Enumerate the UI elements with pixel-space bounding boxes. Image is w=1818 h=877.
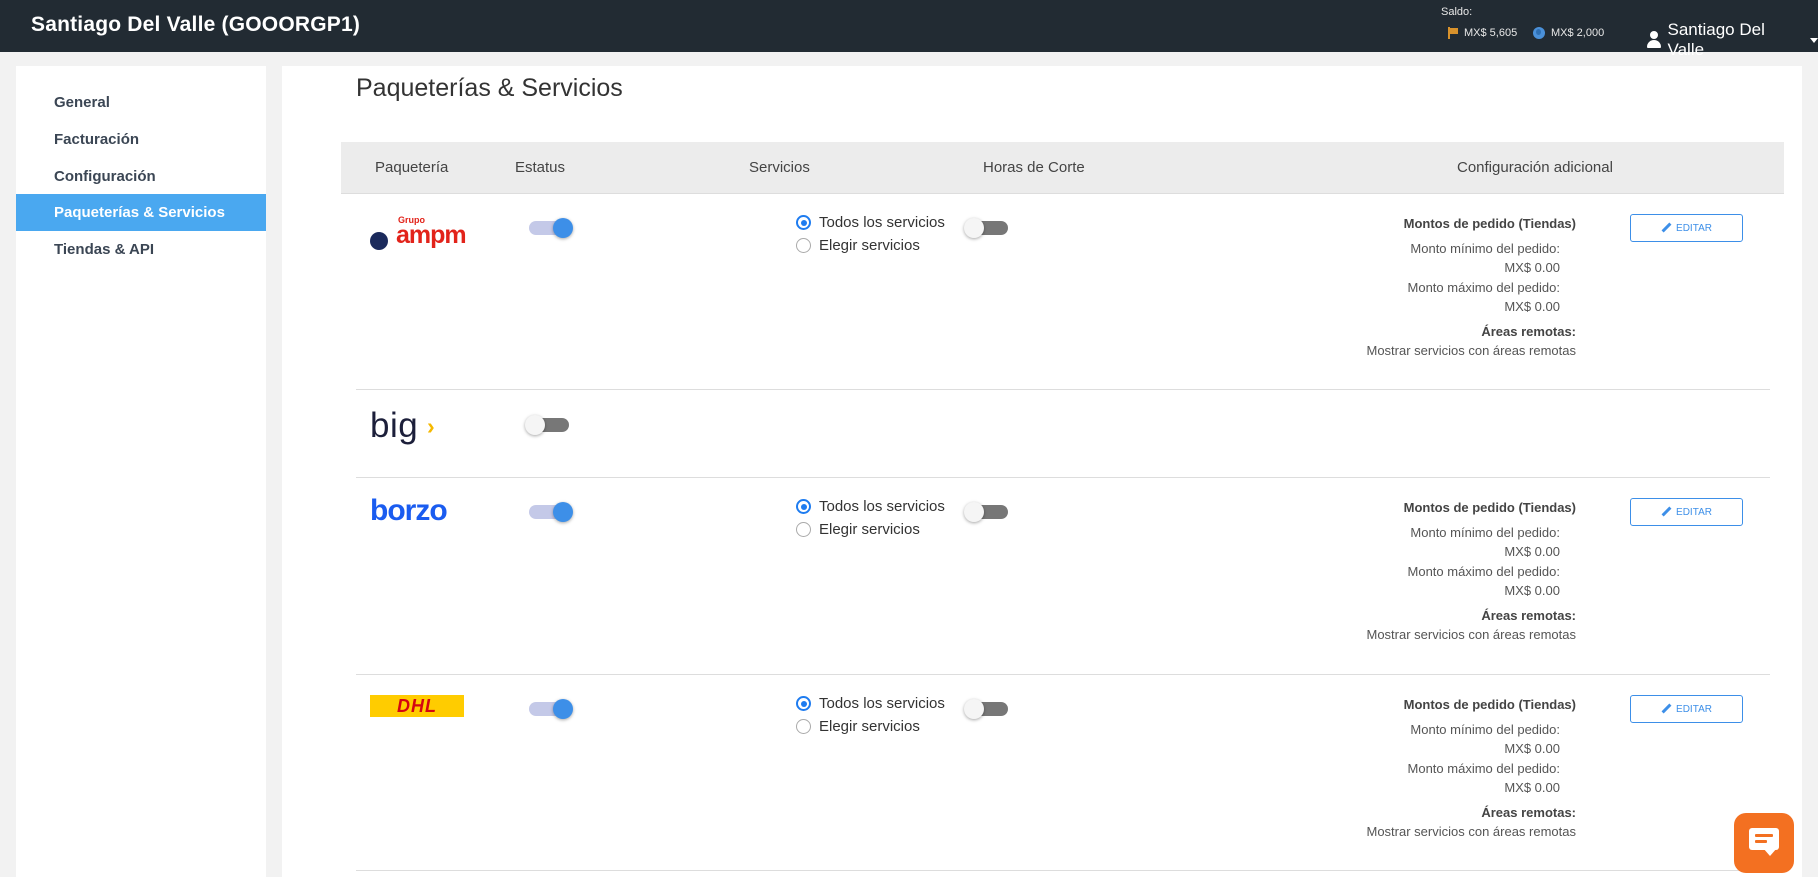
chevron-down-icon	[1810, 37, 1818, 43]
column-header-paqueteria: Paquetería	[375, 159, 449, 176]
balance-primary: MX$ 5,605	[1448, 27, 1517, 39]
status-toggle[interactable]	[529, 502, 573, 522]
top-navbar: Santiago Del Valle (GOOORGP1) Saldo: MX$…	[0, 0, 1818, 59]
balance-secondary-value: MX$ 2,000	[1551, 27, 1605, 39]
max-order-value: MX$ 0.00	[1504, 299, 1560, 314]
pencil-icon	[1661, 704, 1671, 714]
balance-secondary: MX$ 2,000	[1533, 27, 1604, 39]
radio-all-services[interactable]: Todos los servicios	[796, 214, 945, 231]
cutoff-toggle[interactable]	[964, 699, 1008, 719]
main-panel: Paqueterías & Servicios Paquetería Estat…	[282, 66, 1802, 877]
remote-areas-title: Áreas remotas:	[1481, 323, 1576, 339]
max-order-label: Monto máximo del pedido:	[1407, 760, 1560, 776]
user-name: Santiago Del Valle	[1667, 20, 1765, 59]
status-toggle[interactable]	[529, 218, 573, 238]
radio-choose-services[interactable]: Elegir servicios	[796, 718, 920, 735]
ampm-logo: Grupo ampm	[370, 215, 467, 250]
balance-primary-value: MX$ 5,605	[1464, 27, 1518, 39]
column-header-horas-de-corte: Horas de Corte	[983, 159, 1085, 176]
min-order-value: MX$ 0.00	[1504, 544, 1560, 559]
max-order-value: MX$ 0.00	[1504, 583, 1560, 598]
carrier-row-borzo: borzo Todos los servicios Elegir servici…	[356, 478, 1770, 675]
dhl-logo-text: DHL	[397, 696, 437, 716]
edit-button[interactable]: EDITAR	[1630, 214, 1743, 242]
cutoff-toggle[interactable]	[964, 218, 1008, 238]
carrier-row-dhl: DHL Todos los servicios Elegir servicios…	[356, 675, 1770, 871]
order-amounts-title: Montos de pedido (Tiendas)	[1403, 697, 1576, 712]
column-header-servicios: Servicios	[749, 159, 810, 176]
borzo-logo: borzo	[370, 494, 466, 528]
sidebar-item-paqueterias-servicios[interactable]: Paqueterías & Servicios	[16, 194, 266, 231]
additional-config: Montos de pedido (Tiendas) Monto mínimo …	[1286, 498, 1576, 645]
sidebar-item-tiendas-api[interactable]: Tiendas & API	[16, 231, 266, 268]
ampm-logo-text: ampm	[396, 221, 467, 249]
account-title: Santiago Del Valle (GOOORGP1)	[31, 13, 361, 36]
cutoff-toggle[interactable]	[964, 502, 1008, 522]
user-menu[interactable]: Santiago Del Valle	[1646, 20, 1818, 60]
edit-button[interactable]: EDITAR	[1630, 695, 1743, 723]
pencil-icon	[1661, 223, 1671, 233]
radio-choose-services[interactable]: Elegir servicios	[796, 521, 920, 538]
max-order-label: Monto máximo del pedido:	[1407, 563, 1560, 579]
order-amounts-title: Montos de pedido (Tiendas)	[1403, 500, 1576, 515]
chat-icon	[1749, 828, 1779, 856]
pencil-icon	[1661, 507, 1671, 517]
sidebar-item-facturacion[interactable]: Facturación	[16, 121, 266, 158]
clock-icon	[370, 232, 388, 250]
carriers-table-header: Paquetería Estatus Servicios Horas de Co…	[341, 142, 1784, 194]
min-order-value: MX$ 0.00	[1504, 260, 1560, 275]
edit-button[interactable]: EDITAR	[1630, 498, 1743, 526]
remote-areas-value: Mostrar servicios con áreas remotas	[1366, 824, 1576, 839]
remote-areas-value: Mostrar servicios con áreas remotas	[1366, 627, 1576, 642]
min-order-value: MX$ 0.00	[1504, 741, 1560, 756]
dhl-logo: DHL	[370, 695, 464, 717]
radio-choose-services[interactable]: Elegir servicios	[796, 237, 920, 254]
max-order-label: Monto máximo del pedido:	[1407, 279, 1560, 295]
page-title: Paqueterías & Servicios	[356, 74, 623, 102]
radio-all-services[interactable]: Todos los servicios	[796, 498, 945, 515]
additional-config: Montos de pedido (Tiendas) Monto mínimo …	[1286, 214, 1576, 361]
remote-areas-title: Áreas remotas:	[1481, 804, 1576, 820]
min-order-label: Monto mínimo del pedido:	[1410, 524, 1560, 540]
radio-all-services[interactable]: Todos los servicios	[796, 695, 945, 712]
order-amounts-title: Montos de pedido (Tiendas)	[1403, 216, 1576, 231]
column-header-configuracion-adicional: Configuración adicional	[1457, 159, 1613, 176]
additional-config: Montos de pedido (Tiendas) Monto mínimo …	[1286, 695, 1576, 842]
flag-icon	[1448, 27, 1458, 39]
saldo-label: Saldo:	[1441, 6, 1473, 18]
sidebar-item-configuracion[interactable]: Configuración	[16, 158, 266, 195]
sidebar-item-general[interactable]: General	[16, 84, 266, 121]
min-order-label: Monto mínimo del pedido:	[1410, 240, 1560, 256]
column-header-estatus: Estatus	[515, 159, 566, 176]
chat-button[interactable]	[1734, 813, 1794, 873]
globe-icon	[1533, 27, 1545, 39]
remote-areas-value: Mostrar servicios con áreas remotas	[1366, 343, 1576, 358]
user-icon	[1646, 31, 1662, 49]
max-order-value: MX$ 0.00	[1504, 780, 1560, 795]
borzo-logo-text: borzo	[370, 494, 448, 527]
settings-sidebar: General Facturación Configuración Paquet…	[16, 66, 266, 877]
chevron-right-icon: ›	[427, 413, 435, 439]
remote-areas-title: Áreas remotas:	[1481, 607, 1576, 623]
big-logo-text: big	[370, 406, 419, 445]
big-logo: big ›	[370, 406, 466, 445]
min-order-label: Monto mínimo del pedido:	[1410, 721, 1560, 737]
carrier-row-big: big ›	[356, 390, 1770, 478]
status-toggle[interactable]	[525, 415, 569, 435]
status-toggle[interactable]	[529, 699, 573, 719]
carrier-row-ampm: Grupo ampm Todos los servicios Elegir se…	[356, 194, 1770, 390]
